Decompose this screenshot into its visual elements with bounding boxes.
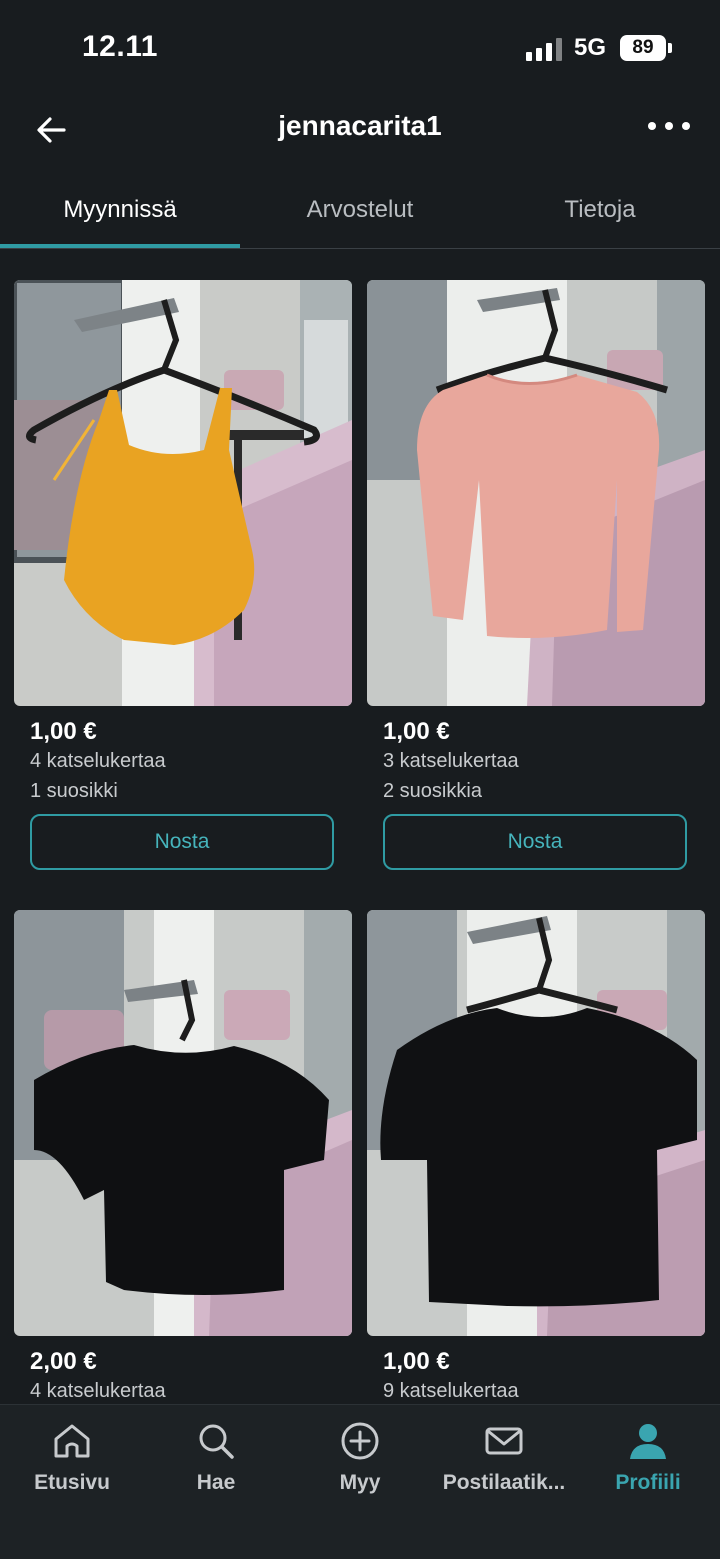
nav-item-sell[interactable]: Myy bbox=[288, 1419, 432, 1509]
listing-price: 1,00 € bbox=[383, 1348, 450, 1375]
listing-photo[interactable] bbox=[367, 910, 705, 1336]
tab-arvostelut[interactable]: Arvostelut bbox=[240, 178, 480, 244]
garment-shape bbox=[417, 375, 660, 638]
nav-label-sell: Myy bbox=[339, 1471, 381, 1494]
bump-button[interactable]: Nosta bbox=[30, 814, 334, 870]
nav-label-search: Hae bbox=[196, 1471, 236, 1494]
listing-photo[interactable] bbox=[14, 910, 352, 1336]
listing-price: 2,00 € bbox=[30, 1348, 97, 1375]
page-title: jennacarita1 bbox=[278, 110, 442, 141]
listing-views: 4 katselukertaa bbox=[30, 750, 166, 772]
listing-views: 9 katselukertaa bbox=[383, 1380, 519, 1402]
mail-icon bbox=[485, 1427, 523, 1455]
listing-price: 1,00 € bbox=[30, 718, 97, 745]
search-icon bbox=[199, 1424, 234, 1459]
listing-photo[interactable] bbox=[367, 280, 705, 706]
listing-price: 1,00 € bbox=[383, 718, 450, 745]
tab-myynnissa[interactable]: Myynnissä bbox=[0, 178, 240, 244]
network-type: 5G bbox=[574, 34, 607, 61]
battery-icon: 89 bbox=[620, 35, 666, 61]
status-time: 12.11 bbox=[82, 30, 158, 63]
more-options-button[interactable] bbox=[644, 120, 694, 134]
status-bar: 12.11 5G 89 bbox=[0, 0, 720, 100]
listing-views: 4 katselukertaa bbox=[30, 1380, 166, 1402]
nav-label-home: Etusivu bbox=[34, 1471, 110, 1494]
profile-icon bbox=[630, 1424, 666, 1459]
battery-tip bbox=[668, 43, 672, 53]
listing-favorites: 2 suosikkia bbox=[383, 780, 482, 802]
home-icon bbox=[54, 1424, 90, 1458]
nav-item-home[interactable]: Etusivu bbox=[0, 1419, 144, 1509]
listing-favorites: 1 suosikki bbox=[30, 780, 118, 802]
plus-circle-icon bbox=[341, 1422, 379, 1460]
nav-label-profile: Profiili bbox=[615, 1471, 681, 1494]
nav-label-inbox: Postilaatik... bbox=[442, 1471, 566, 1494]
top-bar: jennacarita1 bbox=[0, 96, 720, 160]
nav-item-search[interactable]: Hae bbox=[144, 1419, 288, 1509]
profile-tabs: Myynnissä Arvostelut Tietoja bbox=[0, 178, 720, 249]
more-dots-icon bbox=[648, 122, 656, 130]
tab-tietoja[interactable]: Tietoja bbox=[480, 178, 720, 244]
bump-button[interactable]: Nosta bbox=[383, 814, 687, 870]
bottom-navigation: Etusivu Hae Myy Postilaatik... Profiili bbox=[0, 1404, 720, 1559]
active-tab-indicator bbox=[0, 244, 240, 248]
listing-views: 3 katselukertaa bbox=[383, 750, 519, 772]
listing-photo[interactable] bbox=[14, 280, 352, 706]
signal-icon bbox=[526, 37, 564, 61]
nav-item-profile[interactable]: Profiili bbox=[576, 1419, 720, 1509]
nav-item-inbox[interactable]: Postilaatik... bbox=[432, 1419, 576, 1509]
